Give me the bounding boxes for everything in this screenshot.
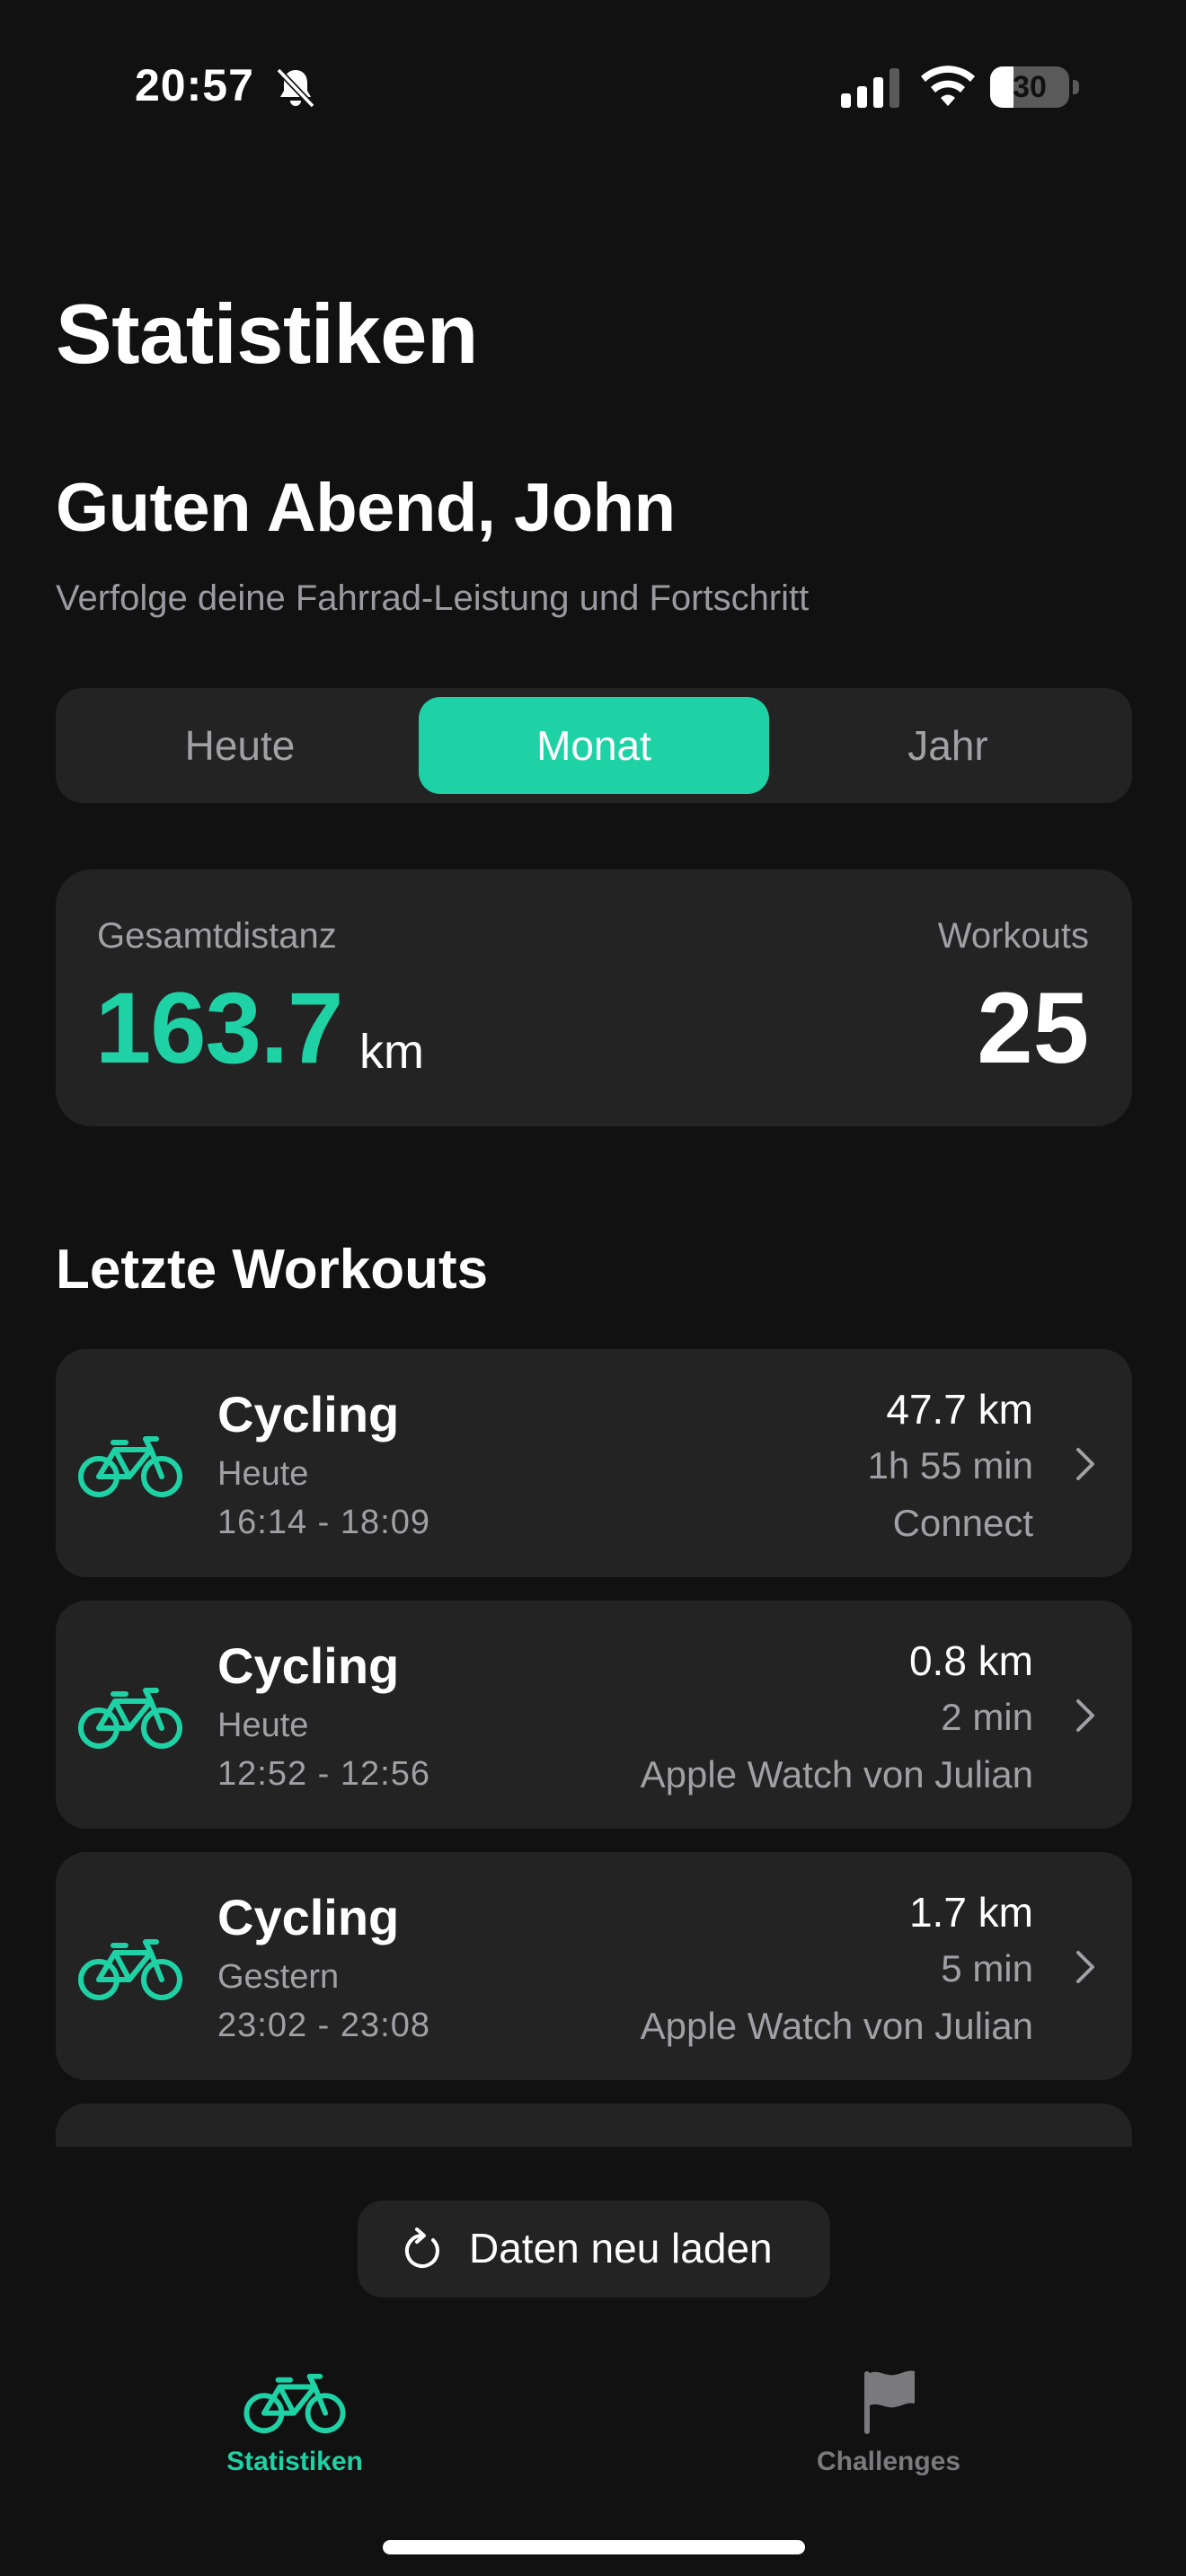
- bicycle-icon: [78, 1688, 182, 1749]
- workout-card[interactable]: Cycling Heute 12:52 - 12:56 0.8 km 2 min…: [56, 1601, 1132, 1829]
- chevron-right-icon: [1076, 1448, 1094, 1480]
- chevron-right-icon: [1076, 1699, 1094, 1732]
- subtitle: Verfolge deine Fahrrad-Leistung und Fort…: [56, 578, 810, 618]
- total-distance-value: 163.7: [95, 972, 343, 1084]
- cellular-signal-icon: [841, 68, 899, 108]
- workout-list[interactable]: Cycling Heute 16:14 - 18:09 47.7 km 1h 5…: [56, 1349, 1132, 2147]
- home-indicator[interactable]: [383, 2540, 805, 2554]
- page-title: Statistiken: [56, 287, 478, 381]
- workouts-label: Workouts: [937, 916, 1089, 956]
- greeting: Guten Abend, John: [56, 470, 676, 546]
- total-distance-unit: km: [359, 1025, 424, 1079]
- period-year[interactable]: Jahr: [773, 697, 1123, 794]
- workout-distance: 47.7 km: [886, 1386, 1033, 1433]
- workout-day: Heute: [217, 1455, 309, 1493]
- workout-duration: 1h 55 min: [867, 1444, 1033, 1486]
- workout-duration: 5 min: [941, 1947, 1033, 1989]
- statistics-screen: 20:57 30 Statistiken Guten Abend, John V…: [0, 0, 1186, 2576]
- tab-statistics[interactable]: Statistiken: [160, 2368, 429, 2484]
- workout-time-range: 16:14 - 18:09: [217, 1504, 430, 1541]
- wifi-icon: [921, 66, 975, 106]
- workout-distance: 1.7 km: [908, 1889, 1033, 1936]
- workout-type: Cycling: [217, 1889, 400, 1945]
- period-month[interactable]: Monat: [419, 697, 769, 794]
- workout-duration: 2 min: [941, 1696, 1033, 1738]
- reload-data-button[interactable]: Daten neu laden: [358, 2201, 830, 2298]
- workout-time-range: 12:52 - 12:56: [217, 1755, 430, 1793]
- battery-indicator: 30: [990, 66, 1080, 108]
- workout-day: Gestern: [217, 1958, 340, 1996]
- workouts-count: 25: [977, 972, 1089, 1084]
- workout-source: Apple Watch von Julian: [640, 1753, 1033, 1795]
- tab-label: Statistiken: [226, 2447, 363, 2476]
- workout-card[interactable]: Cycling Gestern 23:02 - 23:08 1.7 km 5 m…: [56, 1852, 1132, 2080]
- period-selector: Heute Monat Jahr: [56, 688, 1132, 803]
- workout-distance: 0.8 km: [908, 1637, 1033, 1684]
- chevron-right-icon: [1076, 1951, 1094, 1983]
- bell-muted-icon: [276, 67, 315, 109]
- workout-type: Cycling: [217, 1386, 400, 1442]
- battery-level: 30: [1013, 70, 1047, 104]
- flag-icon: [864, 2370, 915, 2434]
- reload-data-label: Daten neu laden: [469, 2225, 773, 2272]
- period-today[interactable]: Heute: [65, 697, 415, 794]
- tab-label: Challenges: [816, 2447, 961, 2476]
- bicycle-icon: [78, 1939, 182, 2000]
- total-distance-label: Gesamtdistanz: [97, 916, 337, 956]
- workout-source: Apple Watch von Julian: [640, 2005, 1033, 2047]
- workout-card-partial[interactable]: [56, 2104, 1132, 2147]
- recent-workouts-title: Letzte Workouts: [56, 1239, 489, 1301]
- status-time: 20:57: [135, 60, 254, 110]
- workout-time-range: 23:02 - 23:08: [217, 2007, 430, 2044]
- bicycle-icon: [243, 2373, 346, 2434]
- workout-type: Cycling: [217, 1637, 400, 1694]
- bicycle-icon: [78, 1436, 182, 1497]
- summary-card: Gesamtdistanz Workouts 163.7 km 25: [56, 869, 1132, 1126]
- refresh-icon: [405, 2228, 439, 2268]
- workout-day: Heute: [217, 1707, 309, 1744]
- workout-source: Connect: [892, 1502, 1033, 1544]
- tab-challenges[interactable]: Challenges: [754, 2368, 1023, 2484]
- workout-card[interactable]: Cycling Heute 16:14 - 18:09 47.7 km 1h 5…: [56, 1349, 1132, 1577]
